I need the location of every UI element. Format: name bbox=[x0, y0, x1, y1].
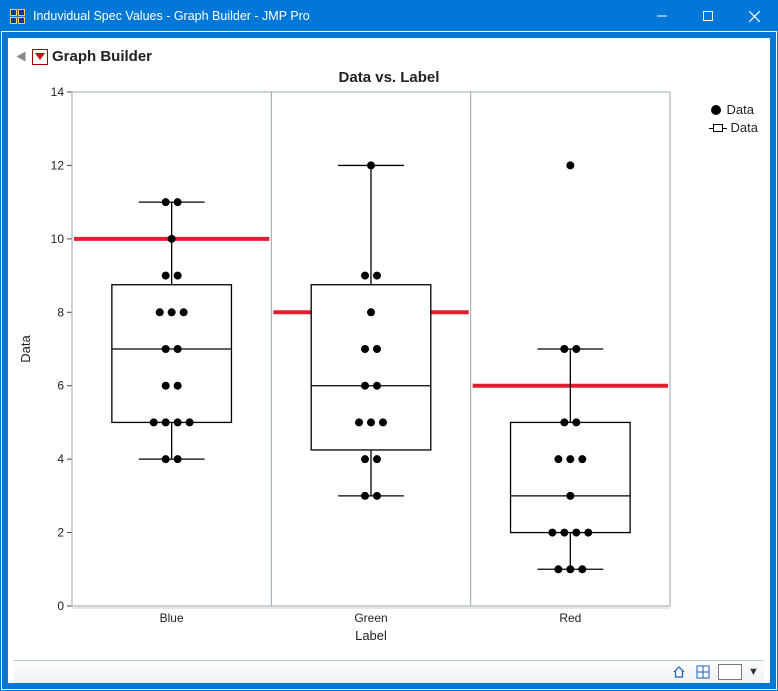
svg-text:8: 8 bbox=[57, 305, 64, 319]
maximize-button[interactable] bbox=[685, 1, 731, 31]
svg-text:12: 12 bbox=[51, 158, 65, 172]
disclosure-triangle-icon[interactable] bbox=[17, 52, 26, 62]
client-area: Graph Builder Data vs. Label Data 0 2 4 6 8 10… bbox=[2, 32, 776, 689]
titlebar[interactable]: Induvidual Spec Values - Graph Builder -… bbox=[1, 1, 777, 31]
svg-text:6: 6 bbox=[57, 379, 64, 393]
chart-area[interactable]: Data vs. Label Data 0 2 4 6 8 10 12 14 Blue Green R… bbox=[14, 67, 764, 660]
svg-text:2: 2 bbox=[57, 526, 64, 540]
legend-label-2: Data bbox=[731, 119, 758, 137]
home-icon[interactable] bbox=[670, 663, 688, 681]
legend-points-icon bbox=[711, 105, 721, 115]
svg-text:Green: Green bbox=[354, 611, 387, 625]
svg-text:Blue: Blue bbox=[160, 611, 184, 625]
boxplot-chart: Data 0 2 4 6 8 10 12 14 Blue Green Red Label bbox=[14, 86, 754, 654]
background-dropdown-icon[interactable]: ▼ bbox=[748, 666, 758, 678]
chart-title: Data vs. Label bbox=[14, 67, 764, 86]
background-swatch[interactable] bbox=[718, 664, 742, 680]
legend-label-1: Data bbox=[727, 101, 754, 119]
section-header: Graph Builder bbox=[14, 44, 764, 67]
svg-text:14: 14 bbox=[51, 86, 65, 99]
legend: Data Data bbox=[711, 101, 758, 137]
red-triangle-menu-icon[interactable] bbox=[32, 49, 48, 65]
svg-text:10: 10 bbox=[51, 232, 65, 246]
svg-text:Label: Label bbox=[355, 628, 387, 643]
section-title: Graph Builder bbox=[52, 48, 152, 65]
close-button[interactable] bbox=[731, 1, 777, 31]
svg-text:Data: Data bbox=[18, 335, 33, 363]
layout-grid-icon[interactable] bbox=[694, 663, 712, 681]
app-icon bbox=[9, 8, 25, 24]
svg-text:4: 4 bbox=[57, 452, 64, 466]
svg-text:Red: Red bbox=[559, 611, 581, 625]
legend-boxplot-icon bbox=[711, 123, 725, 133]
svg-text:0: 0 bbox=[57, 599, 64, 613]
minimize-button[interactable] bbox=[639, 1, 685, 31]
app-window: Induvidual Spec Values - Graph Builder -… bbox=[0, 0, 778, 691]
status-bar: ▼ bbox=[14, 660, 764, 683]
window-title: Induvidual Spec Values - Graph Builder -… bbox=[33, 9, 639, 23]
